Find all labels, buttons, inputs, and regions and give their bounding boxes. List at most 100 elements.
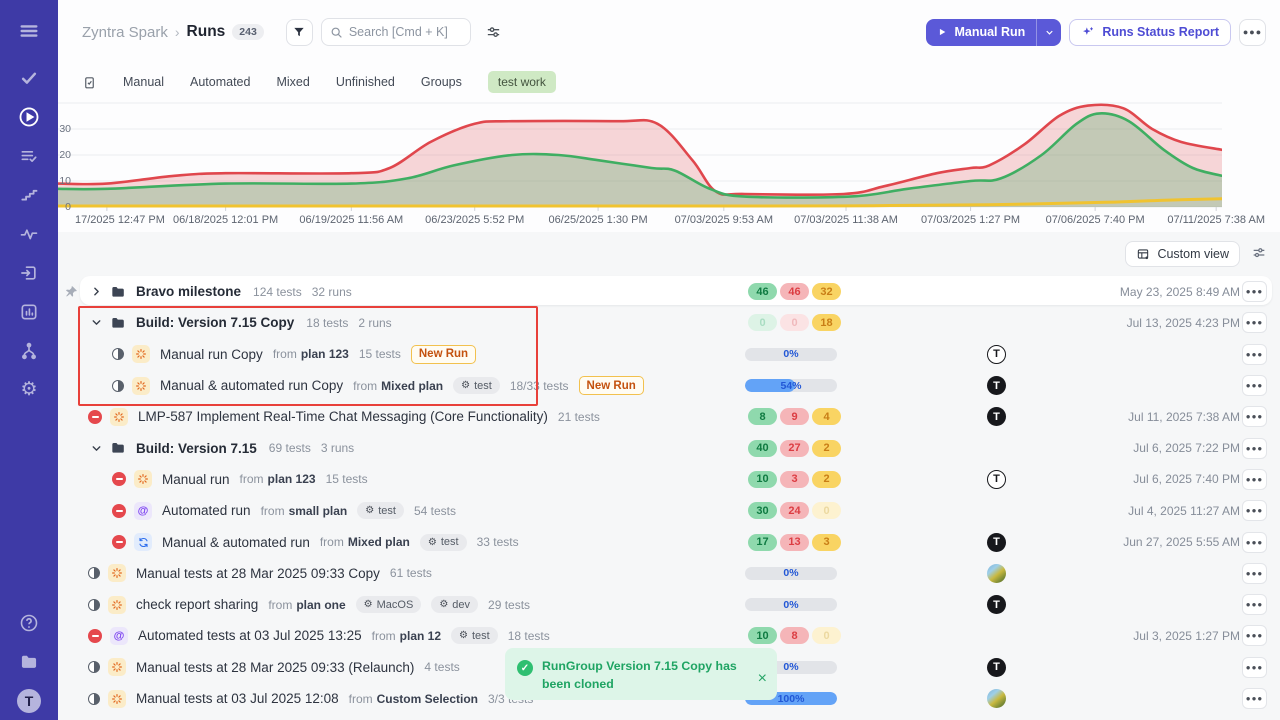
tag-label: test	[474, 380, 492, 392]
run-row[interactable]: check report sharingfromplan one⚙MacOS⚙d…	[58, 589, 1280, 620]
sidebar-item-gear[interactable]: ⚙	[0, 370, 58, 409]
run-title: check report sharing	[136, 597, 258, 612]
sidebar-item-pulse[interactable]	[0, 214, 58, 253]
sidebar-item-list-check[interactable]	[0, 136, 58, 175]
breadcrumb-project[interactable]: Zyntra Spark	[82, 24, 168, 41]
run-row[interactable]: LMP-587 Implement Real-Time Chat Messagi…	[58, 401, 1280, 432]
run-row[interactable]: @Automated tests at 03 Jul 2025 13:25fro…	[58, 620, 1280, 651]
menu-icon	[18, 20, 40, 42]
row-more-button[interactable]: ●●●	[1242, 344, 1267, 365]
result-stats: 17133	[748, 534, 841, 551]
config-tag: ⚙test	[420, 534, 467, 551]
manual-run-icon	[108, 596, 126, 614]
row-more-button[interactable]: ●●●	[1242, 406, 1267, 427]
view-toolbar: Custom view	[58, 232, 1280, 276]
custom-view-button[interactable]: Custom view	[1125, 241, 1240, 267]
tests-count: 54 tests	[414, 504, 456, 518]
config-tag: ⚙test	[357, 502, 404, 519]
tab-groups[interactable]: Groups	[421, 75, 462, 89]
toast-close-icon[interactable]: ×	[758, 671, 767, 687]
plan-name: plan 123	[301, 347, 349, 361]
sidebar-item-box-arrow[interactable]	[0, 253, 58, 292]
tab-manual[interactable]: Manual	[123, 75, 164, 89]
plan-name: plan 12	[400, 629, 441, 643]
green-count-pill: 46	[748, 283, 777, 300]
green-count-pill: 8	[748, 408, 777, 425]
row-more-button[interactable]: ●●●	[1242, 375, 1267, 396]
tab-unfinished[interactable]: Unfinished	[336, 75, 395, 89]
tag-label: test	[378, 505, 396, 517]
group-row[interactable]: Build: Version 7.1569 tests3 runs40272Ju…	[58, 432, 1280, 463]
progress-label: 0%	[745, 567, 837, 579]
gear-icon: ⚙	[459, 630, 468, 641]
header-more-button[interactable]: ●●●	[1239, 19, 1266, 46]
tab-automated[interactable]: Automated	[190, 75, 250, 89]
sidebar-item-menu[interactable]	[0, 10, 58, 52]
row-more-button[interactable]: ●●●	[1242, 438, 1267, 459]
runs-status-report-button[interactable]: Runs Status Report	[1069, 19, 1231, 46]
group-row[interactable]: Build: Version 7.15 Copy18 tests2 runs00…	[58, 307, 1280, 338]
tests-count: 18/33 tests	[510, 379, 569, 393]
progress-bar: 54%	[745, 379, 837, 392]
folder-icon	[19, 652, 39, 672]
list-settings-icon[interactable]	[1251, 245, 1267, 261]
list-check-icon	[19, 146, 39, 166]
active-filter-tag[interactable]: test work	[488, 71, 556, 93]
breadcrumb-separator: ›	[175, 24, 180, 40]
row-more-button[interactable]: ●●●	[1242, 563, 1267, 584]
row-more-button[interactable]: ●●●	[1242, 532, 1267, 553]
saved-filters-icon[interactable]	[82, 75, 97, 90]
run-row[interactable]: Manual tests at 28 Mar 2025 09:33 Copy61…	[58, 558, 1280, 589]
run-title: Manual tests at 28 Mar 2025 09:33 (Relau…	[136, 660, 414, 675]
sidebar-item-branch[interactable]	[0, 331, 58, 370]
row-more-button[interactable]: ●●●	[1242, 281, 1267, 302]
search-input[interactable]	[349, 25, 459, 39]
search-settings-icon[interactable]	[485, 24, 502, 41]
row-more-button[interactable]: ●●●	[1242, 312, 1267, 333]
run-row[interactable]: Manual run Copyfromplan 12315 testsNew R…	[58, 339, 1280, 370]
sidebar-item-folder[interactable]	[0, 642, 58, 681]
run-row[interactable]: Manual & automated runfromMixed plan⚙tes…	[58, 526, 1280, 557]
run-row[interactable]: Manual runfromplan 12315 tests1032TJul 6…	[58, 464, 1280, 495]
red-count-pill: 27	[780, 440, 809, 457]
sidebar-item-steps[interactable]	[0, 175, 58, 214]
config-tag: ⚙test	[453, 377, 500, 394]
group-row[interactable]: Bravo milestone124 tests32 runs464632May…	[58, 276, 1280, 307]
sidebar-item-avatar[interactable]: T	[0, 681, 58, 720]
from-plan: fromCustom Selection	[349, 692, 478, 706]
expand-chevron-icon[interactable]	[88, 285, 104, 298]
row-more-button[interactable]: ●●●	[1242, 657, 1267, 678]
row-more-button[interactable]: ●●●	[1242, 688, 1267, 709]
run-row[interactable]: Manual & automated run CopyfromMixed pla…	[58, 370, 1280, 401]
sidebar-item-play-circle[interactable]	[0, 97, 58, 136]
tab-mixed[interactable]: Mixed	[276, 75, 309, 89]
main-content: Zyntra Spark › Runs 243 Manual Run	[58, 0, 1280, 720]
search-box[interactable]	[321, 18, 471, 46]
row-more-button[interactable]: ●●●	[1242, 500, 1267, 521]
manual-run-button[interactable]: Manual Run	[926, 19, 1036, 46]
run-row[interactable]: @Automated runfromsmall plan⚙test54 test…	[58, 495, 1280, 526]
folder-icon	[110, 284, 126, 300]
sidebar-item-help[interactable]	[0, 603, 58, 642]
meta-item: 18 tests	[306, 316, 348, 330]
sidebar-item-check[interactable]	[0, 58, 58, 97]
filter-button[interactable]	[286, 19, 313, 46]
x-axis-label: 07/03/2025 1:27 PM	[921, 214, 1020, 226]
row-more-button[interactable]: ●●●	[1242, 469, 1267, 490]
row-date: Jul 6, 2025 7:22 PM	[1133, 441, 1240, 455]
status-in-progress-icon	[88, 599, 100, 611]
assignee-avatar: T	[987, 376, 1006, 395]
row-more-button[interactable]: ●●●	[1242, 594, 1267, 615]
collapse-chevron-icon[interactable]	[88, 316, 104, 329]
manual-run-icon	[134, 470, 152, 488]
sidebar-item-bar-chart[interactable]	[0, 292, 58, 331]
red-count-pill: 8	[780, 627, 809, 644]
bar-chart-icon	[19, 302, 39, 322]
manual-run-dropdown[interactable]	[1036, 19, 1061, 46]
result-stats: 1080	[748, 627, 841, 644]
from-plan: fromplan 12	[372, 629, 441, 643]
assignee-avatar: T	[987, 345, 1006, 364]
progress-label: 0%	[745, 599, 837, 611]
row-more-button[interactable]: ●●●	[1242, 625, 1267, 646]
collapse-chevron-icon[interactable]	[88, 442, 104, 455]
